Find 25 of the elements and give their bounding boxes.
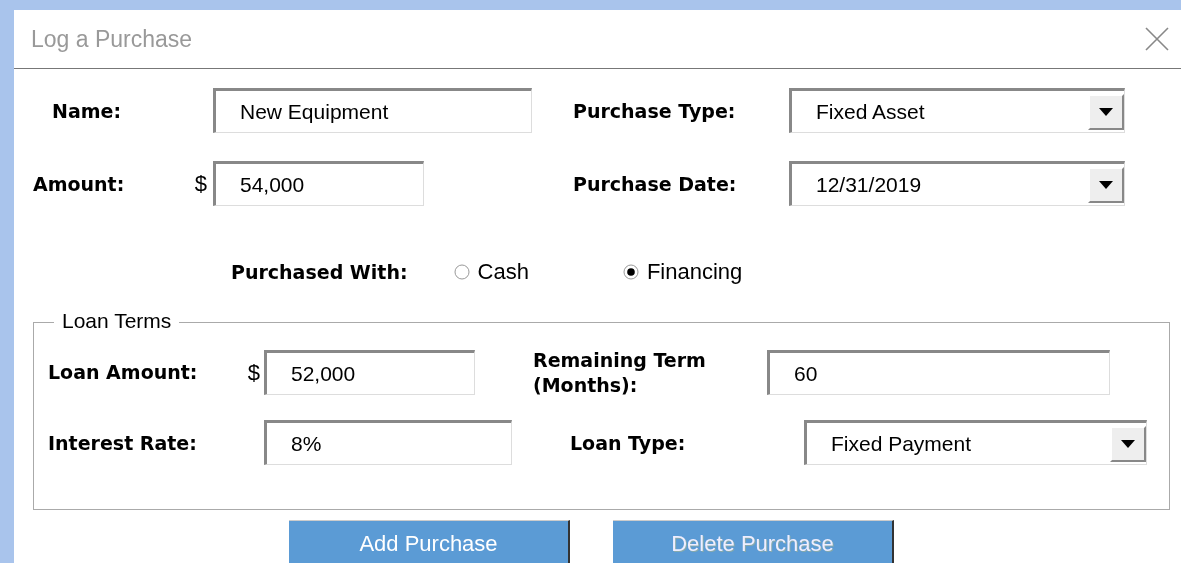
radio-option[interactable]: Financing xyxy=(622,259,743,285)
dropdown-field[interactable]: 12/31/2019 xyxy=(789,161,1125,206)
field-label: Purchase Date: xyxy=(573,172,737,195)
radio-option[interactable]: Cash xyxy=(453,259,529,285)
window-title: Log a Purchase xyxy=(31,25,193,53)
currency-sign: $ xyxy=(247,359,260,386)
field-label: Interest Rate: xyxy=(48,430,197,456)
field-label: Amount: xyxy=(33,172,125,195)
field-label: Purchased With: xyxy=(231,261,408,283)
currency-sign: $ xyxy=(194,170,207,197)
close-icon[interactable] xyxy=(1145,27,1169,51)
text-field[interactable]: 52,000 xyxy=(264,350,475,396)
text-field[interactable]: New Equipment xyxy=(213,88,532,133)
dropdown-field[interactable]: Fixed Payment xyxy=(804,420,1147,466)
field-label: Remaining Term (Months): xyxy=(533,348,707,398)
text-field[interactable]: 60 xyxy=(767,350,1110,396)
field-label: Name: xyxy=(52,99,121,122)
field-label: Loan Amount: xyxy=(48,360,198,386)
dropdown-field[interactable]: Fixed Asset xyxy=(789,88,1125,133)
text-field[interactable]: 54,000 xyxy=(213,161,424,206)
radio-button-icon[interactable] xyxy=(453,264,470,280)
radio-button-icon[interactable] xyxy=(622,264,639,280)
field-label: Purchase Type: xyxy=(573,99,736,122)
field-label: Loan Type: xyxy=(570,430,686,456)
text-field[interactable]: 8% xyxy=(264,420,512,466)
